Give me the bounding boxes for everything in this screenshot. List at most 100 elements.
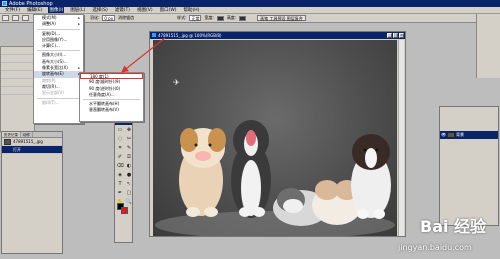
- tool-icon[interactable]: ▢: [125, 189, 133, 197]
- tool-icon[interactable]: 🔍: [125, 198, 133, 206]
- watermark-brand: Bai 经验: [420, 217, 487, 236]
- left-panel-row: [1, 71, 34, 79]
- menu-8[interactable]: 帮助(H): [183, 7, 201, 13]
- palette-well[interactable]: 画笔 工具预设 图层复合: [257, 15, 306, 21]
- marquee-tool-preset-button[interactable]: [2, 15, 9, 21]
- style-label: 样式:: [177, 15, 187, 20]
- rotate-submenu-item[interactable]: 任意角度(A)...: [80, 92, 143, 98]
- tools-grid: ▭ ✥ ◌ ✂ ⌗ ✎ ✐ ⎚ ⌫ ◐ ◈ ● T ↖ ✒ ▢ ✋ 🔍: [115, 125, 132, 207]
- menu-item-label: 裁剪(P): [42, 77, 56, 83]
- tool-icon[interactable]: T: [116, 180, 124, 188]
- close-button[interactable]: ×: [399, 33, 404, 38]
- left-panel-row: [1, 63, 34, 71]
- tool-icon[interactable]: ▭: [116, 126, 124, 134]
- document-icon: [152, 33, 156, 37]
- puppy-tan: [179, 128, 226, 217]
- tool-icon[interactable]: ✒: [116, 189, 124, 197]
- layer-row-background[interactable]: 👁 背景: [440, 131, 498, 139]
- puppy-black-white: [351, 134, 391, 219]
- rotate-canvas-submenu: 180 度(1) 90 度(顺时针)(9) 90 度(逆时针)(0) 任意角度(A).…: [79, 72, 144, 122]
- layer-name: 背景: [456, 132, 464, 137]
- app-title: Adobe Photoshop: [9, 0, 53, 7]
- menu-item-label: 计算(C)...: [42, 43, 60, 49]
- menu-2[interactable]: 图像(I): [48, 7, 65, 13]
- height-label: 高度:: [226, 15, 237, 20]
- menu-item-label: 应用图像(Y)...: [42, 36, 68, 42]
- tool-icon[interactable]: ◐: [125, 162, 133, 170]
- menu-separator: [37, 97, 80, 99]
- menu-item-label: 像素长宽比(X): [42, 65, 68, 71]
- history-row-label: 47891515_.jpg: [13, 139, 43, 144]
- menu-bar: 文件(F) 编辑(E) 图像(I) 图层(L) 选择(S) 滤镜(T) 视图(V) 窗口(W)…: [0, 7, 500, 14]
- image-menu-item[interactable]: 显示全部(V): [34, 90, 83, 96]
- tab-history[interactable]: 历史记录: [2, 132, 21, 137]
- new-selection-icon[interactable]: [12, 15, 19, 21]
- feather-input[interactable]: 0 px: [102, 15, 116, 21]
- vertical-scrollbar[interactable]: [398, 40, 404, 236]
- layers-panel: 👁 背景: [439, 106, 499, 226]
- tool-icon[interactable]: ✐: [116, 153, 124, 161]
- submenu-arrow-icon: ▸: [78, 22, 80, 27]
- maximize-button[interactable]: □: [393, 33, 398, 38]
- document-window: 47891515_.jpg @ 100%(RGB/8) _ □ × ✈: [149, 31, 406, 239]
- tab-actions[interactable]: 动作: [21, 132, 33, 137]
- menu-item-label: 调整(A): [42, 21, 56, 27]
- left-panel-row: [1, 79, 34, 87]
- tool-icon[interactable]: ✂: [125, 135, 133, 143]
- image-menu-dropdown: 模式(M) ▸ 调整(A) ▸ 复制(D)... 应用图像(Y)... 计算(C)... 图像…: [33, 14, 84, 124]
- menu-item-label: 复制(D)...: [42, 30, 61, 36]
- history-panel: 历史记录 动作 47891515_.jpg 打开: [1, 131, 63, 254]
- tool-icon[interactable]: ◌: [116, 135, 124, 143]
- puppies-photo[interactable]: ✈: [153, 40, 397, 239]
- right-panel-strip: [476, 14, 500, 78]
- feather-label: 羽化:: [90, 15, 100, 20]
- menu-item-label: 画布大小(S)...: [42, 58, 68, 64]
- height-input[interactable]: [239, 15, 247, 21]
- left-panel-row: [1, 47, 34, 55]
- tool-icon[interactable]: ⌗: [116, 144, 124, 152]
- add-selection-icon[interactable]: [22, 15, 29, 21]
- tool-icon[interactable]: ⎚: [125, 153, 133, 161]
- menu-item-label: 模式(M): [42, 15, 57, 20]
- left-panel-row: [1, 55, 34, 63]
- document-title-bar[interactable]: 47891515_.jpg @ 100%(RGB/8) _ □ ×: [150, 32, 405, 39]
- eye-icon[interactable]: 👁: [441, 132, 446, 138]
- app-title-bar: Adobe Photoshop: [0, 0, 500, 7]
- history-snapshot-row[interactable]: 47891515_.jpg: [2, 138, 62, 146]
- document-title: 47891515_.jpg @ 100%(RGB/8): [158, 33, 222, 38]
- tool-icon[interactable]: ✥: [125, 126, 133, 134]
- width-label: 宽度:: [204, 15, 214, 20]
- history-open-row[interactable]: 打开: [2, 146, 62, 154]
- menu-item-label: 裁切(R)...: [42, 83, 60, 89]
- layer-thumbnail: [447, 132, 455, 138]
- image-menu-item[interactable]: 调整(A) ▸: [34, 21, 83, 27]
- menu-separator: [37, 28, 80, 30]
- image-menu-item[interactable]: 计算(C)...: [34, 43, 83, 49]
- menu-5[interactable]: 滤镜(T): [114, 7, 131, 13]
- puppies-illustration: ✈: [155, 78, 395, 239]
- menu-item-label: 陷印(T)...: [42, 99, 60, 105]
- toolbox-panel: ▭ ✥ ◌ ✂ ⌗ ✎ ✐ ⎚ ⌫ ◐ ◈ ● T ↖ ✒ ▢ ✋ 🔍: [114, 120, 133, 243]
- menu-item-label: 图像大小(I)...: [42, 52, 67, 58]
- width-input[interactable]: [216, 15, 224, 21]
- tool-icon[interactable]: ⌫: [116, 162, 124, 170]
- menu-1[interactable]: 编辑(E): [26, 7, 43, 13]
- tool-icon[interactable]: ✎: [125, 144, 133, 152]
- antialias-label[interactable]: 消除锯齿: [118, 15, 134, 21]
- minimize-button[interactable]: _: [387, 33, 392, 38]
- menu-4[interactable]: 选择(S): [91, 7, 108, 13]
- tool-icon[interactable]: ◈: [116, 171, 124, 179]
- snapshot-thumbnail: [4, 139, 11, 145]
- style-select[interactable]: 正常: [189, 15, 202, 21]
- photoshop-icon: [2, 1, 7, 6]
- menu-7[interactable]: 窗口(W): [159, 7, 178, 13]
- left-panel: [0, 46, 35, 132]
- tool-icon[interactable]: ●: [125, 171, 133, 179]
- image-menu-item[interactable]: 陷印(T)...: [34, 100, 83, 106]
- menu-3[interactable]: 图层(L): [69, 7, 86, 13]
- rotate-submenu-item[interactable]: 垂直翻转画布(V): [80, 107, 143, 113]
- tool-icon[interactable]: ↖: [125, 180, 133, 188]
- background-color-swatch[interactable]: [121, 207, 128, 214]
- menu-6[interactable]: 视图(V): [136, 7, 154, 13]
- menu-0[interactable]: 文件(F): [4, 7, 21, 13]
